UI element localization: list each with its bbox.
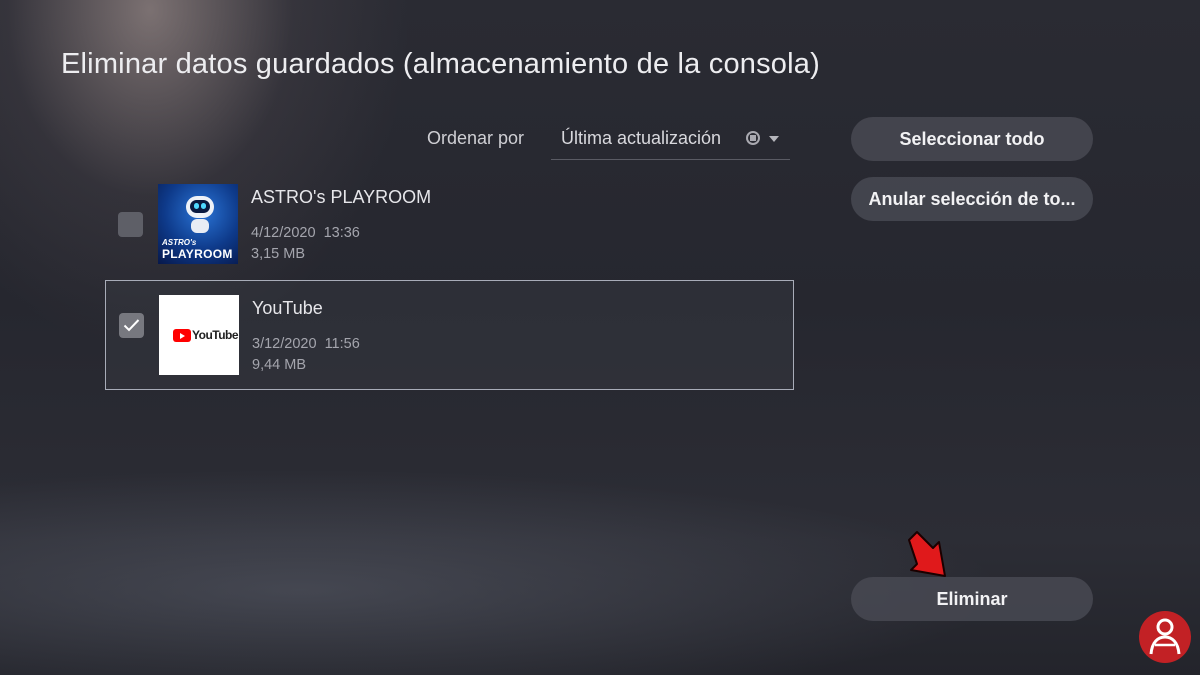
game-thumbnail: ASTRO's PLAYROOM	[158, 184, 238, 264]
watermark-logo	[1139, 611, 1191, 663]
youtube-play-icon	[173, 329, 191, 342]
item-date: 3/12/2020 11:56	[252, 336, 360, 352]
list-item-astros-playroom[interactable]: ASTRO's PLAYROOM ASTRO's PLAYROOM 4/12/2…	[105, 180, 794, 290]
arrow-pointer-icon	[908, 531, 946, 577]
chevron-down-icon	[769, 136, 779, 142]
list-item-youtube[interactable]: YouTube YouTube 3/12/2020 11:56 9,44 MB	[105, 280, 794, 390]
thumb-logo-text: YouTube	[192, 328, 239, 342]
deselect-all-button[interactable]: Anular selección de to...	[851, 177, 1093, 221]
options-button-icon	[746, 131, 760, 145]
item-checkbox[interactable]	[118, 212, 143, 237]
item-name: YouTube	[252, 298, 323, 318]
item-size: 9,44 MB	[252, 357, 306, 373]
sort-value: Última actualización	[561, 128, 722, 148]
app-thumbnail: YouTube	[159, 295, 239, 375]
thumb-logo-small: ASTRO's	[162, 238, 197, 247]
item-name: ASTRO's PLAYROOM	[251, 187, 432, 207]
delete-button[interactable]: Eliminar	[851, 577, 1093, 621]
item-size: 3,15 MB	[251, 246, 305, 262]
sort-dropdown[interactable]: Última actualización	[551, 118, 790, 160]
item-checkbox[interactable]	[119, 313, 144, 338]
item-date: 4/12/2020 13:36	[251, 225, 360, 241]
sort-label: Ordenar por	[427, 128, 525, 148]
page-title: Eliminar datos guardados (almacenamiento…	[61, 48, 820, 80]
select-all-button[interactable]: Seleccionar todo	[851, 117, 1093, 161]
checkmark-icon	[123, 319, 140, 332]
thumb-logo-big: PLAYROOM	[162, 247, 233, 261]
